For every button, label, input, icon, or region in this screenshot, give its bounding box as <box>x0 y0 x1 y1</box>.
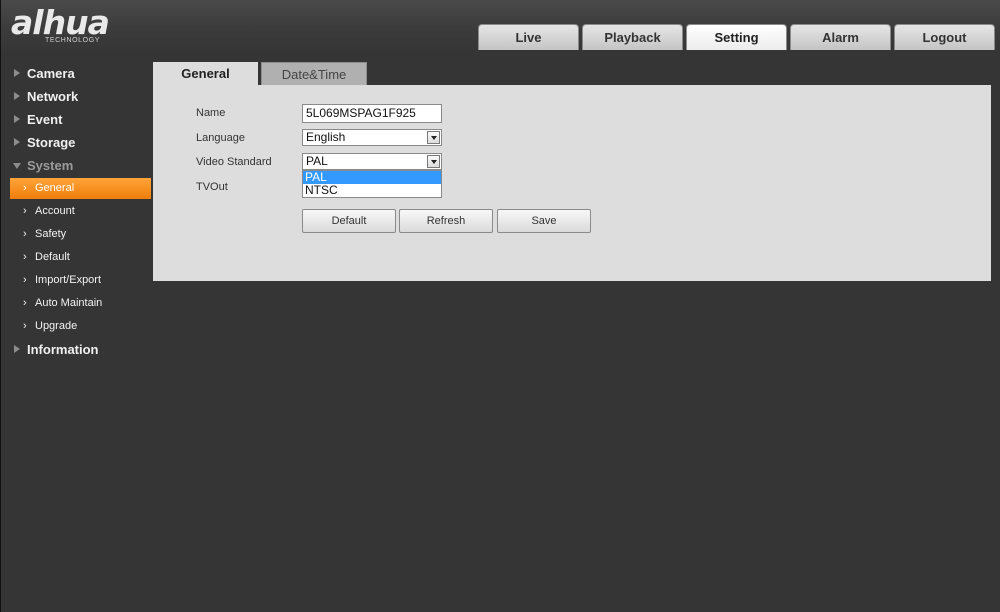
expand-triangle-icon <box>14 69 20 77</box>
default-button[interactable]: Default <box>302 209 396 233</box>
main-nav: Live Playback Setting Alarm Logout <box>478 24 998 50</box>
sidebar-subitem-account[interactable]: › Account <box>1 200 151 223</box>
dropdown-arrow-icon[interactable] <box>427 131 440 144</box>
save-button[interactable]: Save <box>497 209 591 233</box>
refresh-button[interactable]: Refresh <box>399 209 493 233</box>
sidebar-item-information[interactable]: Information <box>1 338 151 361</box>
nav-tab-setting[interactable]: Setting <box>686 24 787 50</box>
sidebar-subitem-general[interactable]: › General <box>10 178 151 199</box>
sidebar-subitem-label: Import/Export <box>35 274 102 286</box>
sidebar-subitem-auto-maintain[interactable]: › Auto Maintain <box>1 292 151 315</box>
content-tabs: General Date&Time <box>153 62 367 85</box>
collapse-triangle-icon <box>13 163 21 169</box>
tvout-label: TVOut <box>196 181 228 193</box>
chevron-right-icon: › <box>23 228 27 240</box>
chevron-right-icon: › <box>23 205 27 217</box>
chevron-right-icon: › <box>23 182 27 194</box>
language-select[interactable]: English <box>302 129 442 146</box>
sidebar-item-network[interactable]: Network <box>1 85 151 108</box>
chevron-right-icon: › <box>23 320 27 332</box>
sidebar-subitem-label: Safety <box>35 228 67 240</box>
sidebar-subitem-label: Auto Maintain <box>35 297 103 309</box>
sidebar-subitem-safety[interactable]: › Safety <box>1 223 151 246</box>
sidebar-item-label: Camera <box>27 66 75 81</box>
expand-triangle-icon <box>14 138 20 146</box>
sidebar-item-label: Storage <box>27 135 76 150</box>
video-standard-select-value: PAL <box>306 154 328 168</box>
nav-tab-alarm[interactable]: Alarm <box>790 24 891 50</box>
chevron-right-icon: › <box>23 297 27 309</box>
tab-date-time[interactable]: Date&Time <box>261 62 367 85</box>
logo-subtitle: TECHNOLOGY <box>45 37 101 44</box>
sidebar-item-storage[interactable]: Storage <box>1 131 151 154</box>
language-label: Language <box>196 132 245 144</box>
sidebar-subitem-import-export[interactable]: › Import/Export <box>1 269 151 292</box>
dropdown-option-ntsc[interactable]: NTSC <box>303 184 441 197</box>
name-label: Name <box>196 107 226 119</box>
sidebar-item-label: System <box>27 158 74 173</box>
expand-triangle-icon <box>14 345 20 353</box>
dropdown-arrow-icon[interactable] <box>427 155 440 168</box>
tab-general[interactable]: General <box>153 62 258 85</box>
sidebar-item-system[interactable]: System <box>1 154 151 177</box>
sidebar-item-camera[interactable]: Camera <box>1 62 151 85</box>
sidebar-subitem-default[interactable]: › Default <box>1 246 151 269</box>
settings-sidebar: Camera Network Event Storage System › Gen… <box>1 62 151 361</box>
dahua-logo: alhua TECHNOLOGY <box>11 4 136 46</box>
expand-triangle-icon <box>14 92 20 100</box>
chevron-right-icon: › <box>23 274 27 286</box>
sidebar-subitem-label: General <box>35 182 75 194</box>
nav-tab-playback[interactable]: Playback <box>582 24 683 50</box>
sidebar-subitem-label: Default <box>35 251 70 263</box>
nav-tab-logout[interactable]: Logout <box>894 24 995 50</box>
sidebar-subitem-upgrade[interactable]: › Upgrade <box>1 315 151 338</box>
top-header: alhua TECHNOLOGY Live Playback Setting A… <box>1 0 1000 50</box>
sidebar-item-label: Network <box>27 89 79 104</box>
video-standard-dropdown-list: PAL NTSC <box>302 170 442 198</box>
sidebar-item-label: Information <box>27 342 99 357</box>
sidebar-subitem-label: Account <box>35 205 75 217</box>
expand-triangle-icon <box>14 115 20 123</box>
general-settings-panel: Name 5L069MSPAG1F925 Language English Vi… <box>153 85 991 281</box>
app-frame: alhua TECHNOLOGY Live Playback Setting A… <box>0 0 1000 612</box>
video-standard-select[interactable]: PAL <box>302 153 442 170</box>
language-select-value: English <box>306 130 346 144</box>
chevron-right-icon: › <box>23 251 27 263</box>
video-standard-label: Video Standard <box>196 156 272 168</box>
sidebar-item-label: Event <box>27 112 63 127</box>
nav-tab-live[interactable]: Live <box>478 24 579 50</box>
sidebar-item-event[interactable]: Event <box>1 108 151 131</box>
name-input[interactable]: 5L069MSPAG1F925 <box>302 104 442 123</box>
sidebar-subitem-label: Upgrade <box>35 320 78 332</box>
